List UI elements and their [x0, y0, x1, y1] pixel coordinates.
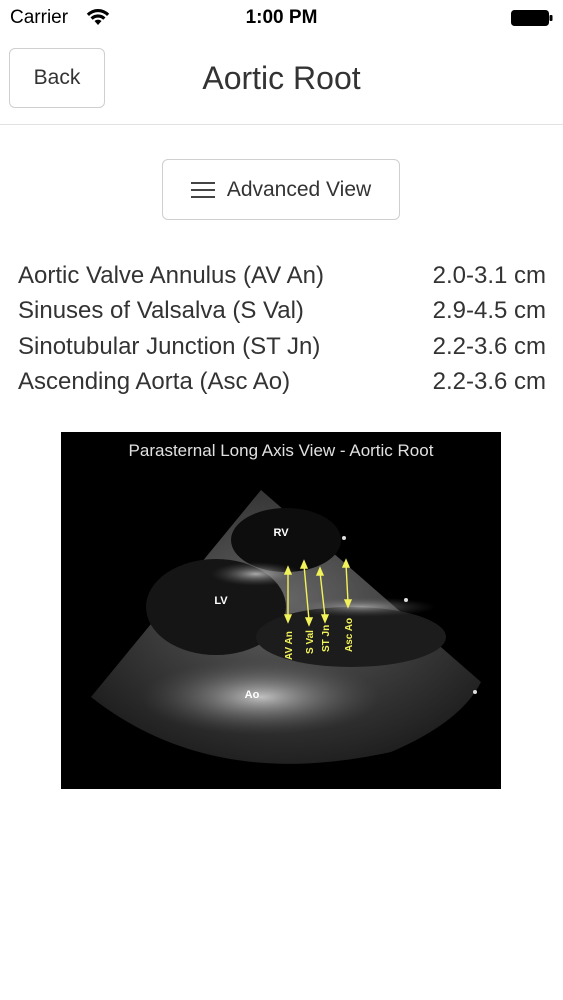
s-val-label: S Val — [305, 630, 316, 654]
measurement-value: 2.0-3.1 cm — [432, 261, 546, 289]
st-jn-label: ST Jn — [321, 625, 332, 652]
lv-label: LV — [214, 595, 228, 607]
menu-icon — [190, 181, 215, 199]
measurement-row: Aortic Valve Annulus (AV An) 2.0-3.1 cm — [18, 258, 546, 294]
measurement-label: Sinuses of Valsalva (S Val) — [18, 297, 304, 325]
status-bar: Carrier 1:00 PM — [0, 0, 563, 38]
asc-ao-label: Asc Ao — [344, 618, 355, 652]
measurement-value: 2.2-3.6 cm — [432, 368, 546, 396]
image-caption: Parasternal Long Axis View - Aortic Root — [129, 441, 434, 460]
av-an-label: AV An — [284, 631, 295, 660]
advanced-view-button[interactable]: Advanced View — [162, 159, 400, 220]
measurement-label: Sinotubular Junction (ST Jn) — [18, 332, 321, 360]
ao-label: Ao — [245, 689, 260, 701]
navigation-bar: Back Aortic Root — [0, 38, 563, 125]
battery-icon — [511, 10, 553, 26]
rv-label: RV — [273, 527, 289, 539]
advanced-view-label: Advanced View — [226, 177, 372, 201]
measurement-value: 2.9-4.5 cm — [432, 297, 546, 325]
clock: 1:00 PM — [245, 7, 318, 28]
measurement-row: Sinotubular Junction (ST Jn) 2.2-3.6 cm — [18, 329, 546, 365]
measurement-row: Sinuses of Valsalva (S Val) 2.9-4.5 cm — [18, 294, 546, 330]
page-title: Aortic Root — [202, 60, 361, 96]
measurement-label: Aortic Valve Annulus (AV An) — [18, 261, 324, 289]
measurement-value: 2.2-3.6 cm — [432, 332, 546, 360]
measurement-label: Ascending Aorta (Asc Ao) — [18, 368, 291, 396]
echocardiogram-image: Parasternal Long Axis View - Aortic Root… — [61, 432, 501, 789]
measurement-row: Ascending Aorta (Asc Ao) 2.2-3.6 cm — [18, 365, 546, 401]
measurement-list: Aortic Valve Annulus (AV An) 2.0-3.1 cm … — [18, 258, 546, 400]
